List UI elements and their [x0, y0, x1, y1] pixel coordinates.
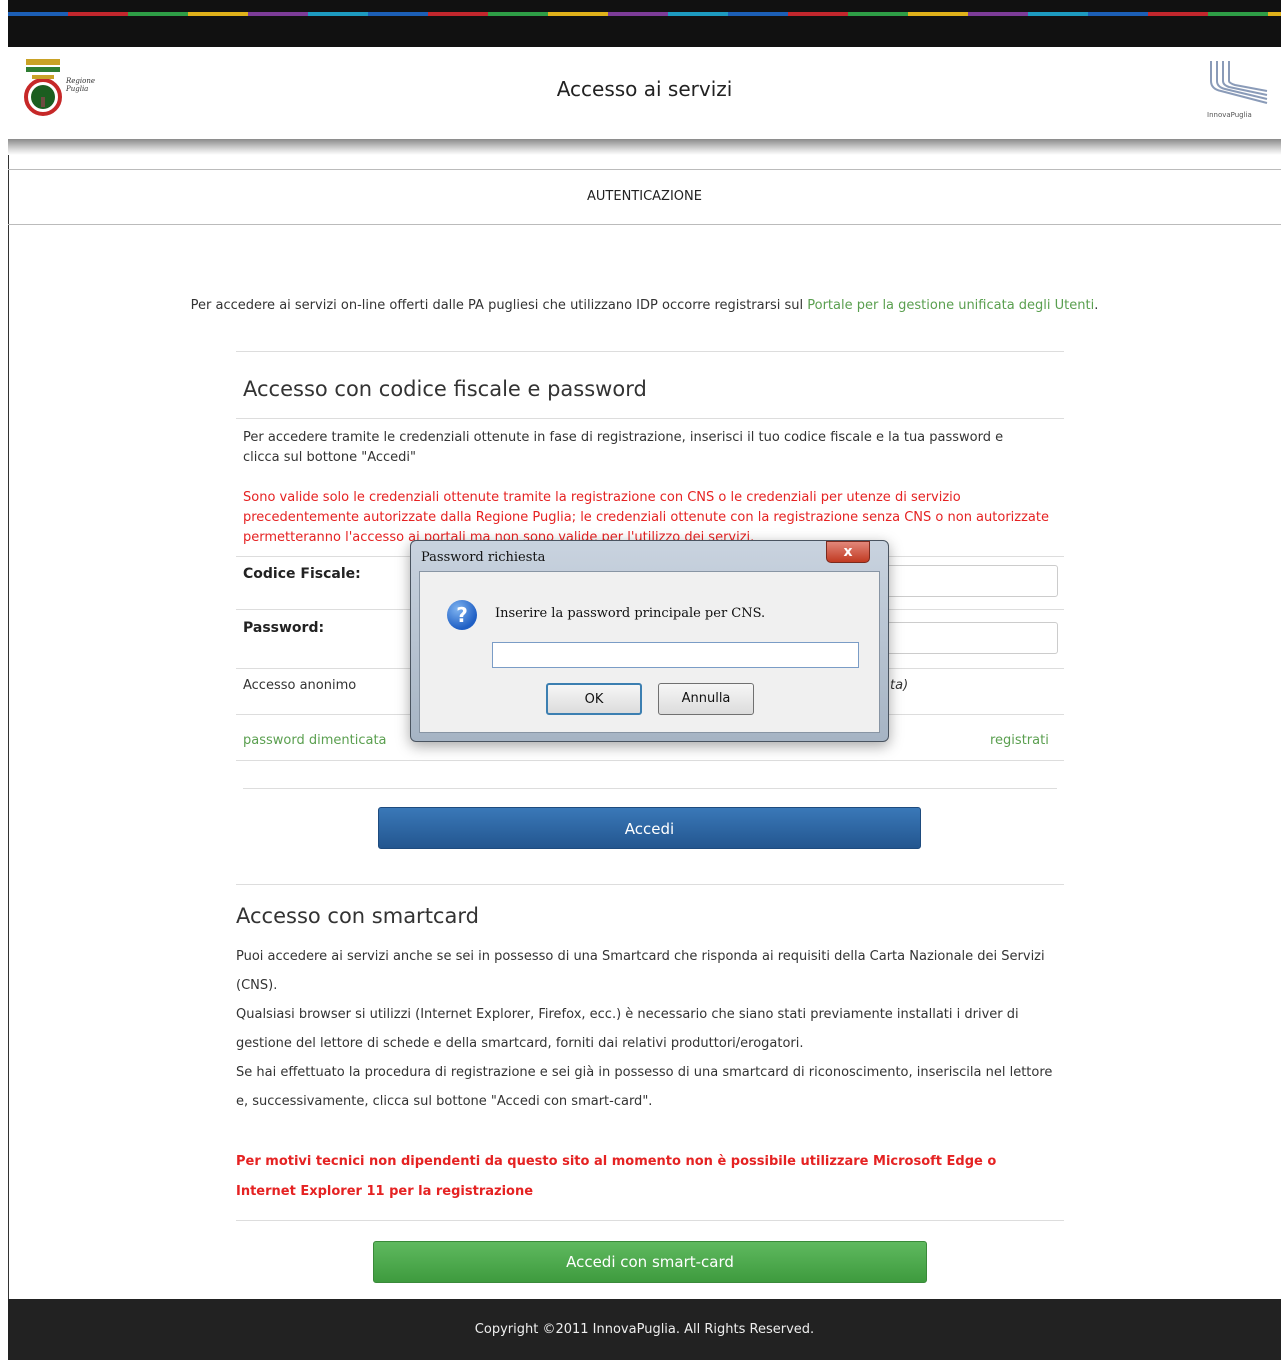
login-description: Per accedere tramite le credenziali otte…: [243, 430, 1004, 465]
header-shadow: [8, 139, 1281, 155]
dialog-ok-button[interactable]: OK: [546, 683, 642, 715]
page-title: Accesso ai servizi: [556, 77, 733, 101]
forgot-password-link[interactable]: password dimenticata: [243, 731, 387, 751]
dialog-close-button[interactable]: x: [826, 541, 870, 563]
logo-right-text: InnovaPuglia: [1207, 111, 1252, 119]
register-link[interactable]: registrati: [990, 731, 1049, 751]
portal-link[interactable]: Portale per la gestione unificata degli …: [807, 298, 1094, 313]
intro-text: Per accedere ai servizi on-line offerti …: [8, 298, 1281, 313]
dialog-password-input[interactable]: [492, 642, 859, 668]
divider: [236, 1220, 1064, 1221]
codice-fiscale-input[interactable]: [880, 565, 1058, 597]
smartcard-p3: Se hai effettuato la procedura di regist…: [236, 1065, 1053, 1109]
smartcard-p1: Puoi accedere ai servizi anche se sei in…: [236, 949, 1045, 993]
anonymous-access-label: Accesso anonimo: [243, 678, 357, 693]
login-warning: Sono valide solo le credenziali ottenute…: [243, 490, 1049, 545]
top-bar: [8, 0, 1281, 47]
smartcard-heading: Accesso con smartcard: [236, 904, 479, 928]
smartcard-paragraph: Puoi accedere ai servizi anche se sei in…: [236, 942, 1056, 1116]
footer: Copyright ©2011 InnovaPuglia. All Rights…: [8, 1299, 1281, 1360]
dialog-title: Password richiesta: [421, 550, 546, 565]
innovapuglia-logo[interactable]: InnovaPuglia: [1207, 59, 1271, 127]
divider: [243, 788, 1057, 789]
color-stripe: [8, 12, 1281, 16]
site-header: Regione Puglia Accesso ai servizi Innova…: [8, 47, 1281, 139]
smartcard-login-button[interactable]: Accedi con smart-card: [373, 1241, 927, 1283]
login-heading: Accesso con codice fiscale e password: [243, 377, 647, 401]
dialog-body: ? Inserire la password principale per CN…: [419, 571, 880, 733]
divider: [236, 351, 1064, 352]
dialog-cancel-button[interactable]: Annulla: [658, 683, 754, 715]
question-icon: ?: [447, 600, 477, 630]
smartcard-warning: Per motivi tecnici non dipendenti da que…: [236, 1154, 997, 1199]
codice-fiscale-label: Codice Fiscale:: [243, 566, 361, 582]
anonymous-access-hint: ta): [890, 678, 909, 693]
section-nav: AUTENTICAZIONE: [8, 169, 1281, 225]
smartcard-p2: Qualsiasi browser si utilizzi (Internet …: [236, 1007, 1019, 1051]
divider: [236, 884, 1064, 885]
password-input[interactable]: [880, 622, 1058, 654]
divider: [236, 418, 1064, 419]
accedi-button[interactable]: Accedi: [378, 807, 921, 849]
intro-after: .: [1094, 298, 1099, 313]
dialog-message: Inserire la password principale per CNS.: [495, 606, 766, 621]
section-label: AUTENTICAZIONE: [587, 189, 702, 204]
divider: [236, 760, 1064, 761]
password-label: Password:: [243, 620, 325, 636]
password-dialog: Password richiesta x ? Inserire la passw…: [410, 540, 889, 742]
copyright-text: Copyright ©2011 InnovaPuglia. All Rights…: [474, 1322, 815, 1337]
intro-body: Per accedere ai servizi on-line offerti …: [190, 298, 808, 313]
